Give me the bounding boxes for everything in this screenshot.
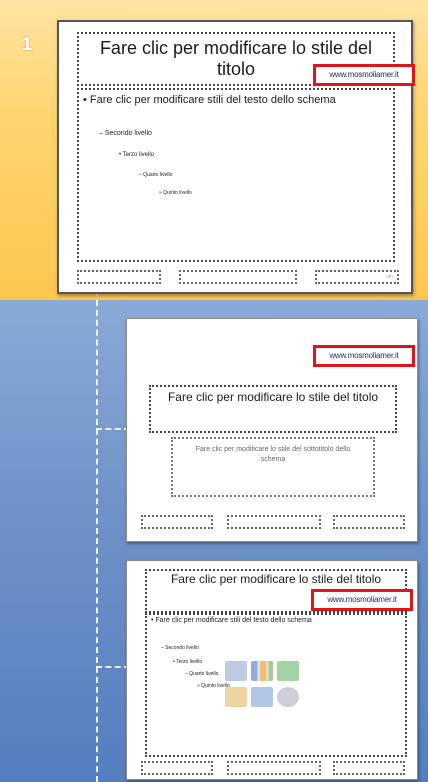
- content-bullet-3: • Terzo livello: [173, 659, 203, 665]
- title-layout-footer-slide-number[interactable]: [333, 515, 405, 529]
- logo-highlight: www.mosmoliamer.it: [313, 345, 415, 367]
- content-layout-footer-date[interactable]: [141, 761, 213, 775]
- master-bullet-1: • Fare clic per modificare stili del tes…: [83, 94, 336, 106]
- master-bullet-5-text: Quinto livello: [163, 190, 192, 196]
- content-bullet-1: • Fare clic per modificare stili del tes…: [151, 617, 312, 624]
- content-layout-title-text: Fare clic per modificare lo stile del ti…: [170, 572, 382, 586]
- title-layout-footer-center[interactable]: [227, 515, 321, 529]
- insert-media-icon: [277, 687, 299, 707]
- insert-table-icon: [225, 661, 247, 681]
- content-bullet-1-text: Fare clic per modificare stili del testo…: [155, 617, 312, 624]
- layout-connector-content: [96, 666, 130, 668]
- logo-highlight: www.mosmoliamer.it: [311, 589, 413, 611]
- title-layout-footer-date[interactable]: [141, 515, 213, 529]
- content-bullet-2-text: Secondo livello: [165, 645, 199, 651]
- master-bullet-5: » Quinto livello: [159, 190, 192, 196]
- master-bullet-2: – Secondo livello: [99, 130, 152, 137]
- content-layout-body-placeholder[interactable]: • Fare clic per modificare stili del tes…: [145, 613, 407, 757]
- master-footer-date[interactable]: [77, 270, 161, 284]
- logo-text: www.mosmoliamer.it: [329, 351, 399, 360]
- slide-number: 1: [22, 34, 33, 54]
- insert-picture-icon: [225, 687, 247, 707]
- logo-highlight: www.mosmoliamer.it: [313, 64, 415, 86]
- master-bullet-4-text: Quarto livello: [143, 172, 173, 178]
- logo-text: www.mosmoliamer.it: [329, 70, 399, 79]
- title-layout-subtitle-placeholder[interactable]: Fare clic per modificare lo stile del so…: [171, 437, 375, 497]
- title-slide-layout-thumbnail[interactable]: www.mosmoliamer.it Fare clic per modific…: [126, 318, 418, 542]
- content-bullet-4-text: Quarto livello: [189, 671, 219, 677]
- title-content-layout-thumbnail[interactable]: Fare clic per modificare lo stile del ti…: [126, 560, 418, 780]
- master-bullet-4: – Quarto livello: [139, 172, 173, 178]
- title-layout-subtitle-text: Fare clic per modificare lo stile del so…: [195, 446, 351, 463]
- content-bullet-3-text: Terzo livello: [176, 659, 203, 665]
- master-footer-center[interactable]: [179, 270, 297, 284]
- master-body-placeholder[interactable]: • Fare clic per modificare stili del tes…: [77, 88, 395, 262]
- content-bullet-2: – Secondo livello: [161, 645, 199, 651]
- content-layout-footer-center[interactable]: [227, 761, 321, 775]
- layout-connector-title: [96, 428, 130, 430]
- master-bullet-2-text: Secondo livello: [104, 130, 152, 137]
- master-bullet-1-text: Fare clic per modificare stili del testo…: [89, 94, 336, 106]
- insert-chart-icon: [251, 661, 273, 681]
- title-layout-title-placeholder[interactable]: Fare clic per modificare lo stile del ti…: [149, 385, 397, 433]
- layout-connector-vertical: [96, 290, 98, 782]
- content-layout-footer-slide-number[interactable]: [333, 761, 405, 775]
- master-bullet-3-text: Terzo livello: [122, 152, 155, 158]
- title-layout-title-text: Fare clic per modificare lo stile del ti…: [167, 390, 379, 404]
- master-footer-slide-number[interactable]: ‹n›: [315, 270, 399, 284]
- content-bullet-4: – Quarto livello: [185, 671, 219, 677]
- slide-master-thumbnail[interactable]: Fare clic per modificare lo stile del ti…: [57, 20, 415, 294]
- insert-clipart-icon: [251, 687, 273, 707]
- logo-text: www.mosmoliamer.it: [327, 595, 397, 604]
- insert-smartart-icon: [277, 661, 299, 681]
- master-bullet-3: • Terzo livello: [119, 152, 155, 158]
